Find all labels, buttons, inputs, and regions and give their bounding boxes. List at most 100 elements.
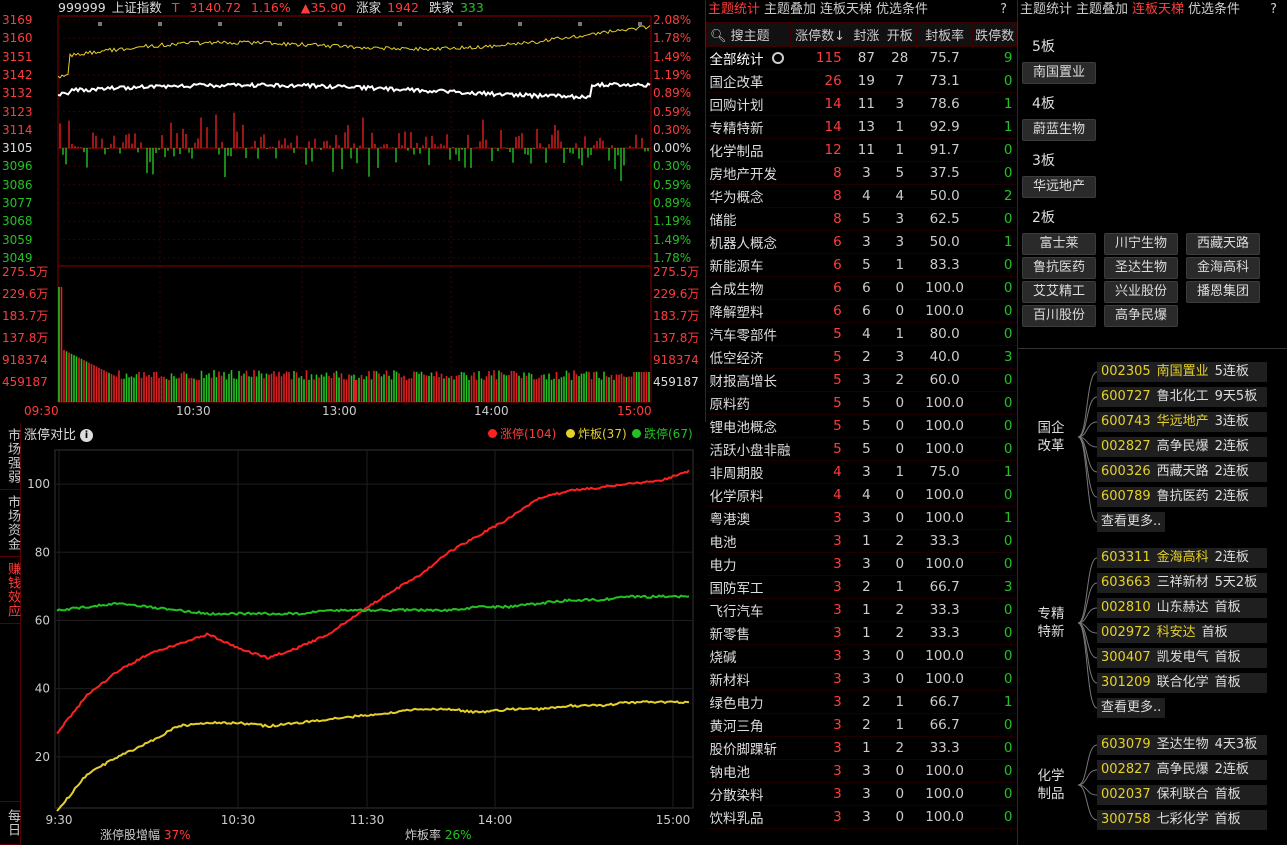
ladder-stock-chip[interactable]: 南国置业 [1022, 62, 1096, 84]
theme-row[interactable]: 活跃小盘非融 5 5 0 100.0 0 [706, 437, 1017, 461]
theme-row[interactable]: 新材料 3 3 0 100.0 0 [706, 667, 1017, 691]
col-search-theme[interactable]: 🔍︎ 搜主题 [706, 22, 791, 47]
theme-row[interactable]: 房地产开发 8 3 5 37.5 0 [706, 161, 1017, 185]
theme-row[interactable]: 低空经济 5 2 3 40.0 3 [706, 345, 1017, 369]
theme-row[interactable]: 黄河三角 3 2 1 66.7 0 [706, 713, 1017, 737]
seal-count: 4 [849, 483, 884, 507]
ladder-stock-chip[interactable]: 金海高科 [1186, 257, 1260, 279]
theme-row[interactable]: 绿色电力 3 2 1 66.7 1 [706, 690, 1017, 714]
theme-row[interactable]: 化学制品 12 11 1 91.7 0 [706, 138, 1017, 162]
col-dt-count[interactable]: 跌停数 [972, 22, 1017, 47]
ladder-stock-chip[interactable]: 圣达生物 [1104, 257, 1178, 279]
ladder-stock-row[interactable]: 002810 山东赫达 首板 [1097, 598, 1267, 618]
theme-row[interactable]: 新能源车 6 5 1 83.3 0 [706, 253, 1017, 277]
theme-row[interactable]: 降解塑料 6 6 0 100.0 0 [706, 299, 1017, 323]
ladder-stock-row[interactable]: 603079 圣达生物 4天3板 [1097, 735, 1267, 755]
intraday-plot[interactable] [0, 0, 705, 422]
seal-rate: 83.3 [916, 253, 973, 277]
tab-theme-overlay-2[interactable]: 主题叠加 [1076, 2, 1128, 17]
theme-row[interactable]: 烧碱 3 3 0 100.0 0 [706, 644, 1017, 668]
ladder-stock-row[interactable]: 301209 联合化学 首板 [1097, 673, 1267, 693]
ladder-stock-chip[interactable]: 富士莱 [1022, 233, 1096, 255]
tab-theme-stats-2[interactable]: 主题统计 [1020, 2, 1072, 17]
seal-count: 2 [849, 713, 884, 737]
theme-row[interactable]: 股价脚踝斩 3 1 2 33.3 0 [706, 736, 1017, 760]
help-icon[interactable]: ? [1000, 0, 1007, 20]
ladder-stock-chip[interactable]: 百川股份 [1022, 305, 1096, 327]
theme-row[interactable]: 非周期股 4 3 1 75.0 1 [706, 460, 1017, 484]
theme-row[interactable]: 化学原料 4 4 0 100.0 0 [706, 483, 1017, 507]
theme-row[interactable]: 新零售 3 1 2 33.3 0 [706, 621, 1017, 645]
ladder-stock-row[interactable]: 600727 鲁北化工 9天5板 [1097, 387, 1267, 407]
ladder-stock-row[interactable]: 002827 高争民爆 2连板 [1097, 437, 1267, 457]
tab-ladder-2[interactable]: 连板天梯 [1132, 2, 1184, 17]
ladder-stock-chip[interactable]: 川宁生物 [1104, 233, 1178, 255]
ladder-stock-chip[interactable]: 鲁抗医药 [1022, 257, 1096, 279]
ladder-stock-row[interactable]: 300407 凯发电气 首板 [1097, 648, 1267, 668]
theme-row[interactable]: 电力 3 3 0 100.0 0 [706, 552, 1017, 576]
help-icon-2[interactable]: ? [1270, 0, 1277, 20]
theme-row[interactable]: 国企改革 26 19 7 73.1 0 [706, 69, 1017, 93]
theme-row[interactable]: 饮料乳品 3 3 0 100.0 0 [706, 805, 1017, 829]
see-more-button[interactable]: 查看更多.. [1097, 698, 1166, 718]
col-seal-rate[interactable]: 封板率 [915, 22, 974, 47]
tab-preferred[interactable]: 优选条件 [876, 2, 928, 17]
ladder-stock-row[interactable]: 600789 鲁抗医药 2连板 [1097, 487, 1267, 507]
stock-tag: 2连板 [1214, 489, 1249, 504]
zt-line-chart[interactable]: 20 40 60 80 100 9:30 10:30 11:30 14:00 15:00 [0, 440, 705, 845]
refresh-icon[interactable] [771, 52, 784, 64]
col-zt-count[interactable]: 涨停数↓ [789, 22, 851, 47]
stock-tag: 首板 [1214, 600, 1241, 615]
theme-name: 回购计划 [706, 92, 791, 116]
theme-row[interactable]: 飞行汽车 3 1 2 33.3 0 [706, 598, 1017, 622]
dt-count: 9 [972, 46, 1017, 70]
theme-row[interactable]: 专精特新 14 13 1 92.9 1 [706, 115, 1017, 139]
tab-ladder[interactable]: 连板天梯 [820, 2, 872, 17]
ladder-stock-row[interactable]: 603663 三祥新材 5天2板 [1097, 573, 1267, 593]
theme-row[interactable]: 国防军工 3 2 1 66.7 3 [706, 575, 1017, 599]
see-more-button[interactable]: 查看更多.. [1097, 512, 1166, 532]
ladder-stock-chip[interactable]: 西藏天路 [1186, 233, 1260, 255]
ladder-stock-row[interactable]: 600326 西藏天路 2连板 [1097, 462, 1267, 482]
theme-row[interactable]: 汽车零部件 5 4 1 80.0 0 [706, 322, 1017, 346]
intraday-chart[interactable]: 999999 上证指数 T 3140.72 1.16% ▲35.90 涨家 1942… [0, 0, 706, 422]
ladder-stock-chip[interactable]: 艾艾精工 [1022, 281, 1096, 303]
theme-row[interactable]: 全部统计 115 87 28 75.7 9 [706, 46, 1017, 70]
ladder-stock-chip[interactable]: 播恩集团 [1186, 281, 1260, 303]
theme-name: 飞行汽车 [706, 598, 791, 622]
ladder-stock-chip[interactable]: 华远地产 [1022, 176, 1096, 198]
ladder-stock-row[interactable]: 002972 科安达 首板 [1097, 623, 1267, 643]
theme-row[interactable]: 粤港澳 3 3 0 100.0 1 [706, 506, 1017, 530]
theme-row[interactable]: 电池 3 1 2 33.3 0 [706, 529, 1017, 553]
ladder-stock-chip[interactable]: 高争民爆 [1104, 305, 1178, 327]
tab-theme-stats[interactable]: 主题统计 [708, 2, 760, 17]
theme-row[interactable]: 分散染料 3 3 0 100.0 0 [706, 782, 1017, 806]
col-seal[interactable]: 封涨 [849, 22, 884, 47]
theme-row[interactable]: 合成生物 6 6 0 100.0 0 [706, 276, 1017, 300]
ladder-stock-row[interactable]: 002827 高争民爆 2连板 [1097, 760, 1267, 780]
zt-footer-left: 涨停股增幅 37% [100, 826, 191, 843]
theme-row[interactable]: 钠电池 3 3 0 100.0 0 [706, 759, 1017, 783]
ladder-stock-row[interactable]: 603311 金海高科 2连板 [1097, 548, 1267, 568]
tab-preferred-2[interactable]: 优选条件 [1188, 2, 1240, 17]
zt-count: 3 [790, 529, 850, 553]
zt-count: 3 [790, 759, 850, 783]
ladder-stock-row[interactable]: 002037 保利联合 首板 [1097, 785, 1267, 805]
ladder-stock-chip[interactable]: 蔚蓝生物 [1022, 119, 1096, 141]
stock-name: 西藏天路 [1156, 464, 1209, 479]
theme-row[interactable]: 储能 8 5 3 62.5 0 [706, 207, 1017, 231]
ladder-stock-row[interactable]: 300758 七彩化学 首板 [1097, 810, 1267, 830]
seal-rate: 100.0 [916, 782, 973, 806]
ladder-stock-row[interactable]: 600743 华远地产 3连板 [1097, 412, 1267, 432]
theme-row[interactable]: 财报高增长 5 3 2 60.0 0 [706, 368, 1017, 392]
theme-row[interactable]: 锂电池概念 5 5 0 100.0 0 [706, 414, 1017, 438]
theme-row[interactable]: 华为概念 8 4 4 50.0 2 [706, 184, 1017, 208]
tab-theme-overlay[interactable]: 主题叠加 [764, 2, 816, 17]
ladder-stock-chip[interactable]: 兴业股份 [1104, 281, 1178, 303]
theme-row[interactable]: 机器人概念 6 3 3 50.0 1 [706, 230, 1017, 254]
theme-name: 化学原料 [706, 483, 791, 507]
theme-row[interactable]: 原料药 5 5 0 100.0 0 [706, 391, 1017, 415]
col-open[interactable]: 开板 [882, 22, 917, 47]
ladder-stock-row[interactable]: 002305 南国置业 5连板 [1097, 362, 1267, 382]
theme-row[interactable]: 回购计划 14 11 3 78.6 1 [706, 92, 1017, 116]
